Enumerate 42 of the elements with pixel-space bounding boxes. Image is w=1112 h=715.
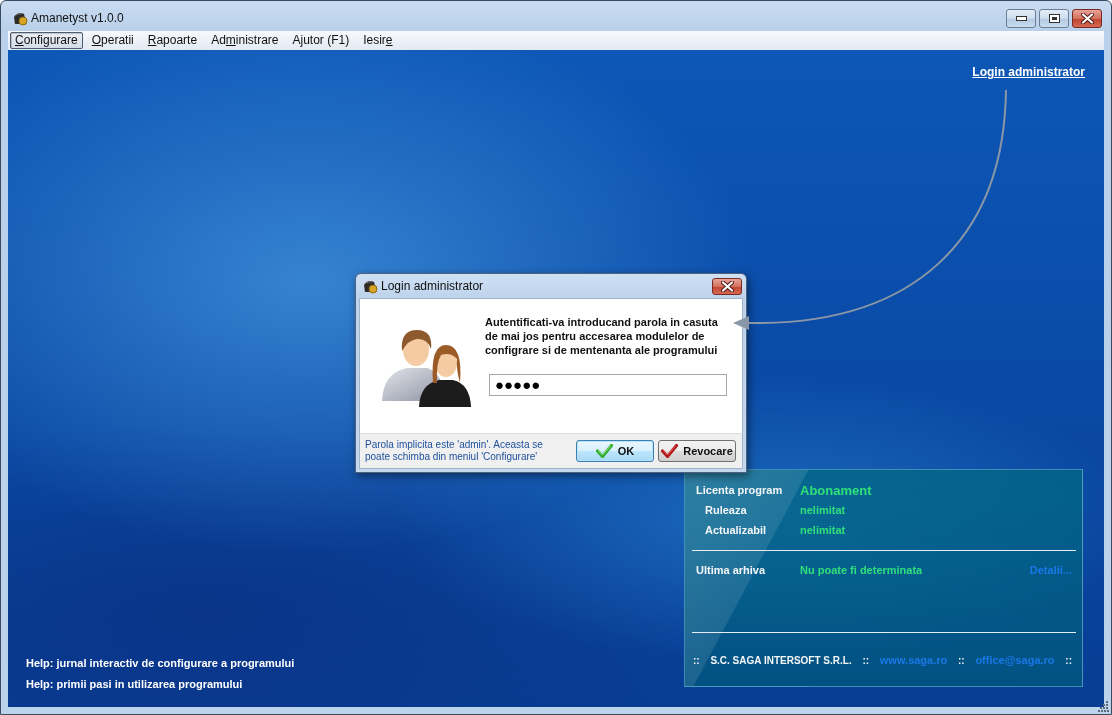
separator-text: :: (958, 654, 965, 666)
info-value: Abonament (800, 482, 872, 498)
message-text: Autentificati-va introducand parola in casuta de mai jos pentru accesarea modulelor de configrare si de mentenanta ale programului (485, 315, 719, 357)
menu-item[interactable]: Operatii (86, 32, 139, 49)
close-button[interactable] (1072, 9, 1102, 28)
info-label: Licenta program (696, 484, 783, 496)
ok-button[interactable]: OK (576, 440, 654, 462)
info-value: nelimitat (800, 504, 846, 516)
check-icon (661, 444, 679, 458)
login-link[interactable]: Login administrator (972, 65, 1085, 79)
maximize-icon (1048, 14, 1060, 23)
menu-item[interactable]: Configurare (10, 32, 83, 49)
minimize-icon (1015, 16, 1027, 21)
coin-bag-icon (362, 278, 378, 294)
cancel-button[interactable]: Revocare (658, 440, 736, 462)
close-button[interactable] (712, 277, 742, 295)
info-label: Ruleaza (705, 504, 747, 516)
hint-text: Parola implicita este 'admin'. Aceasta se poate schimba din meniul 'Configurare' (365, 439, 543, 463)
menu-item[interactable]: Rapoarte (142, 32, 203, 49)
password-field[interactable]: ●●●●● (489, 374, 727, 396)
separator-text: :: (1065, 654, 1072, 666)
separator-text: :: (693, 654, 700, 666)
info-value: nelimitat (800, 524, 846, 536)
info-value: Nu poate fi determinata (800, 564, 923, 576)
info-label: Actualizabil (705, 524, 767, 536)
separator-text: :: (862, 654, 870, 666)
maximize-button[interactable] (1039, 9, 1069, 28)
minimize-button[interactable] (1006, 9, 1036, 28)
menu-item[interactable]: Administrare (206, 32, 284, 49)
window-title: Amanetyst v1.0.0 (31, 11, 124, 26)
help-link[interactable]: Help: primii pasi in utilizarea programului (26, 677, 295, 691)
menu-item[interactable]: Iesire (358, 32, 398, 49)
menu-item[interactable]: Ajutor (F1) (287, 32, 355, 49)
company-name: S.C. SAGA INTERSOFT S.R.L. (710, 654, 852, 666)
dialog-title: Login administrator (381, 279, 484, 293)
close-icon (1080, 13, 1094, 24)
check-icon (595, 444, 613, 458)
info-label: Ultima arhiva (696, 564, 766, 576)
coin-bag-icon (12, 10, 28, 26)
help-link[interactable]: Help: jurnal interactiv de configurare a programului (26, 656, 295, 670)
close-icon (720, 280, 734, 292)
resize-grip-icon[interactable] (1098, 701, 1109, 712)
